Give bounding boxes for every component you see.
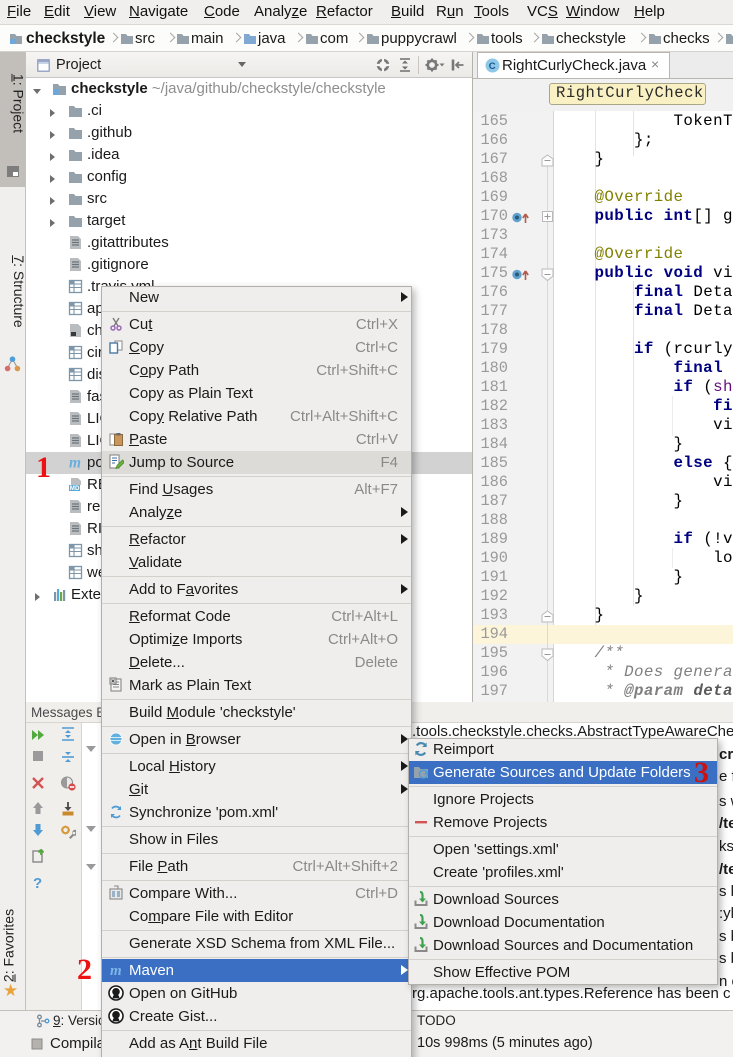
- svg-text:m: m: [110, 963, 122, 978]
- svg-text:MD: MD: [70, 485, 80, 492]
- svg-text:C: C: [489, 61, 496, 72]
- svg-text:m: m: [69, 455, 81, 470]
- svg-text:?: ?: [33, 875, 42, 890]
